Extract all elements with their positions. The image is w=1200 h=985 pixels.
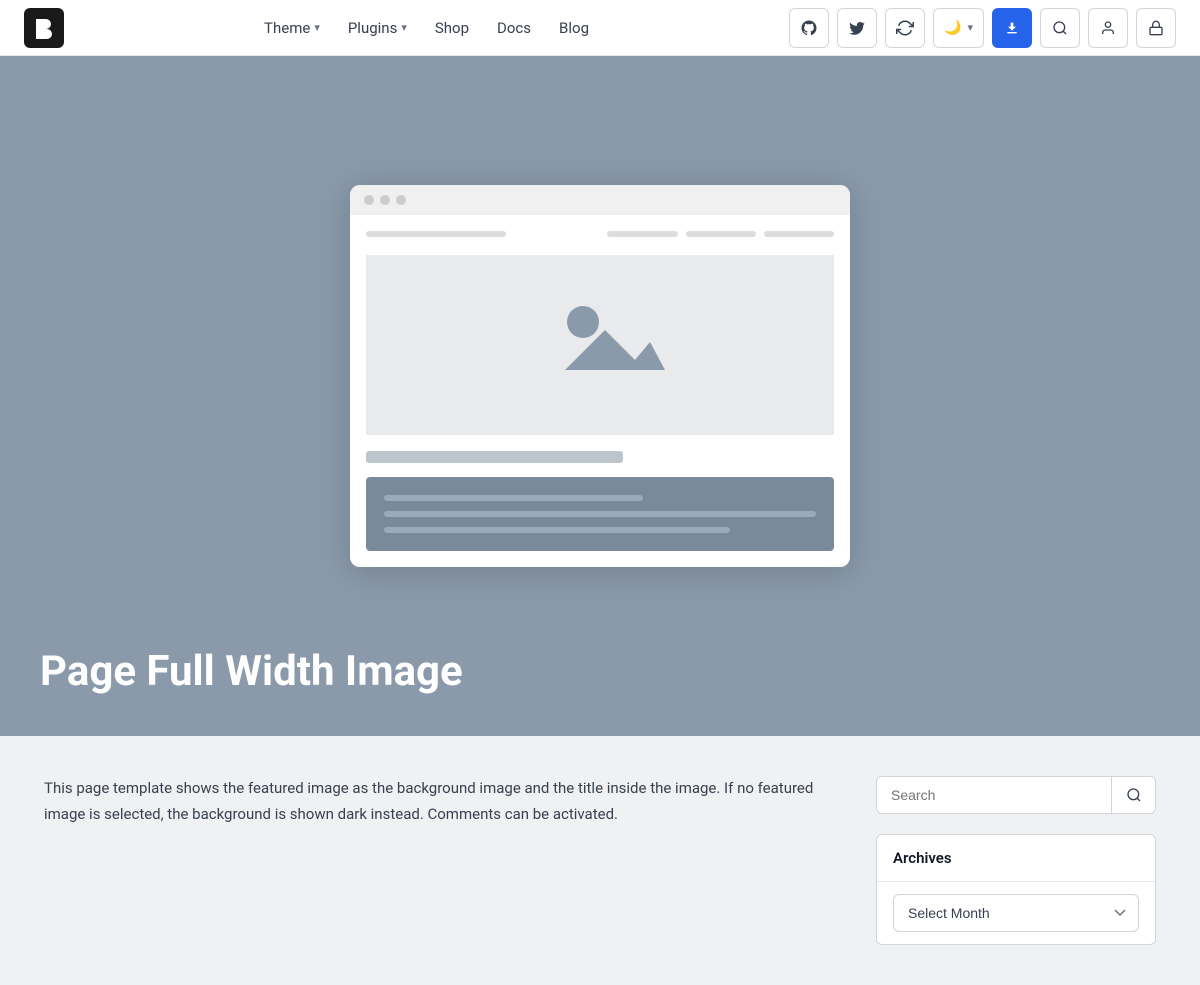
github-button[interactable] bbox=[789, 8, 829, 48]
hero-section: Page Full Width Image bbox=[0, 56, 1200, 736]
chevron-down-icon: ▾ bbox=[967, 21, 973, 34]
chevron-down-icon: ▾ bbox=[401, 21, 407, 34]
navbar: Theme ▾ Plugins ▾ Shop Docs Blog 🌙 ▾ bbox=[0, 0, 1200, 56]
mockup-text-block bbox=[366, 477, 834, 551]
mockup-titlebar bbox=[350, 185, 850, 215]
archives-heading: Archives bbox=[877, 835, 1155, 882]
nav-docs[interactable]: Docs bbox=[497, 19, 531, 37]
mockup-image-area bbox=[366, 255, 834, 435]
lock-button[interactable] bbox=[1136, 8, 1176, 48]
refresh-button[interactable] bbox=[885, 8, 925, 48]
mockup-text-line bbox=[384, 527, 730, 533]
nav-theme[interactable]: Theme ▾ bbox=[264, 19, 320, 37]
search-input[interactable] bbox=[877, 777, 1111, 813]
hero-page-title: Page Full Width Image bbox=[40, 647, 463, 696]
mockup-body bbox=[350, 215, 850, 567]
archives-widget: Archives Select Month January 2024 Febru… bbox=[876, 834, 1156, 945]
user-button[interactable] bbox=[1088, 8, 1128, 48]
main-content: This page template shows the featured im… bbox=[20, 736, 1180, 985]
mockup-title-bar bbox=[366, 451, 623, 463]
archives-select-wrap: Select Month January 2024 February 2024 … bbox=[877, 882, 1155, 944]
search-widget bbox=[876, 776, 1156, 814]
chevron-down-icon: ▾ bbox=[314, 21, 320, 34]
moon-icon: 🌙 bbox=[944, 20, 961, 36]
twitter-button[interactable] bbox=[837, 8, 877, 48]
nav-blog[interactable]: Blog bbox=[559, 19, 589, 37]
dot-red bbox=[364, 195, 374, 205]
page-description: This page template shows the featured im… bbox=[44, 776, 844, 827]
search-nav-button[interactable] bbox=[1040, 8, 1080, 48]
mockup-text-line bbox=[384, 511, 816, 517]
nav-shop[interactable]: Shop bbox=[435, 19, 469, 37]
sidebar: Archives Select Month January 2024 Febru… bbox=[876, 776, 1156, 945]
nav-links: Theme ▾ Plugins ▾ Shop Docs Blog bbox=[264, 19, 589, 37]
download-button[interactable] bbox=[992, 8, 1032, 48]
theme-selector[interactable]: 🌙 ▾ bbox=[933, 8, 984, 48]
nav-actions: 🌙 ▾ bbox=[789, 8, 1176, 48]
dot-yellow bbox=[380, 195, 390, 205]
nav-plugins[interactable]: Plugins ▾ bbox=[348, 19, 407, 37]
image-placeholder-icon bbox=[535, 290, 665, 400]
content-area: This page template shows the featured im… bbox=[44, 776, 844, 945]
mockup-text-line bbox=[384, 495, 643, 501]
dot-green bbox=[396, 195, 406, 205]
site-logo[interactable] bbox=[24, 8, 64, 48]
browser-mockup bbox=[350, 185, 850, 567]
search-icon bbox=[1126, 787, 1142, 803]
search-button[interactable] bbox=[1111, 777, 1155, 813]
